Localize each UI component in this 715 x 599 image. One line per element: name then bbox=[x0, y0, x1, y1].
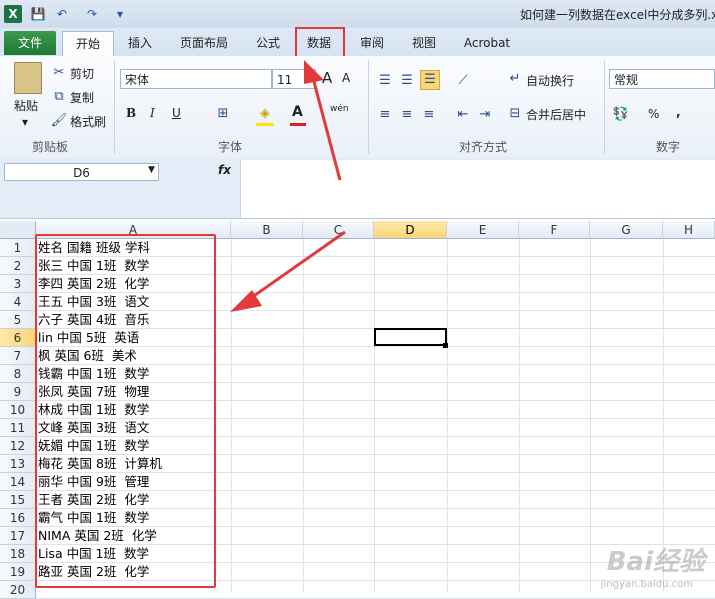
arrow-to-data-column bbox=[247, 230, 346, 302]
watermark-logo: Bai经验 bbox=[606, 547, 705, 577]
watermark-url: jingyan.baidu.com bbox=[600, 579, 693, 590]
annotation-arrows bbox=[230, 60, 346, 312]
arrow-to-data-tab bbox=[311, 77, 342, 181]
arrow-head-data-tab bbox=[304, 60, 324, 84]
